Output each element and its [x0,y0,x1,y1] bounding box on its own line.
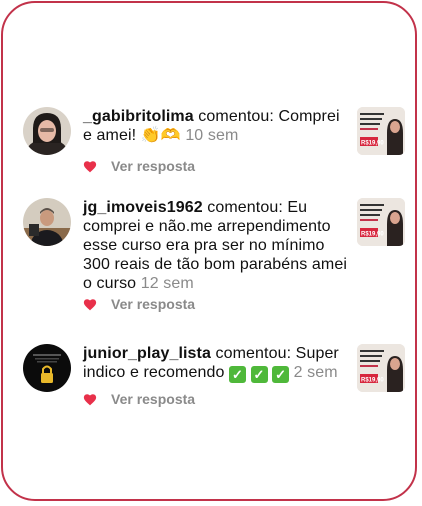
reply-row: Ver resposta [83,295,195,313]
lock-logo-icon [23,344,71,392]
avatar[interactable] [23,344,71,392]
view-reply-link[interactable]: Ver resposta [111,296,195,312]
comment-username[interactable]: junior_play_lista [83,345,211,362]
post-thumbnail[interactable]: R$19,90 [357,198,405,246]
heart-icon[interactable] [83,393,97,406]
thumb-price: R$19,90 [361,378,384,384]
view-reply-link[interactable]: Ver resposta [111,391,195,407]
checkmark-icon: ✓ [250,366,268,383]
comment-verb: comentou: [202,199,283,216]
comment-username[interactable]: _gabibritolima [83,108,194,125]
avatar[interactable] [23,107,71,155]
view-reply-link[interactable]: Ver resposta [111,158,195,174]
comment-text: junior_play_lista comentou: Super indico… [83,344,351,383]
post-thumbnail[interactable]: R$19,90 [357,344,405,392]
checkmark-icon: ✓ [229,366,246,383]
thumb-price: R$19,90 [361,141,384,147]
comment-verb: comentou: [193,108,274,125]
post-thumbnail[interactable]: R$19,90 [357,107,405,155]
comment-time: 10 sem [185,127,239,144]
comment-time: 12 sem [140,275,194,292]
comment-text: _gabibritolima comentou: Comprei e amei!… [83,107,351,145]
comment-time: 2 sem [293,364,338,381]
comment-verb: comentou: [210,345,292,362]
thumb-price: R$19,90 [361,232,384,238]
comments-card: _gabibritolima comentou: Comprei e amei!… [1,1,417,501]
checkmark-icon: ✓ [272,366,290,383]
heart-icon[interactable] [83,298,97,311]
reply-row: Ver resposta [83,390,195,408]
comment-username[interactable]: jg_imoveis1962 [83,199,203,216]
comment-text: jg_imoveis1962 comentou: Eu comprei e nã… [83,198,351,293]
avatar[interactable] [23,198,71,246]
reply-row: Ver resposta [83,157,195,175]
heart-icon[interactable] [83,160,97,173]
